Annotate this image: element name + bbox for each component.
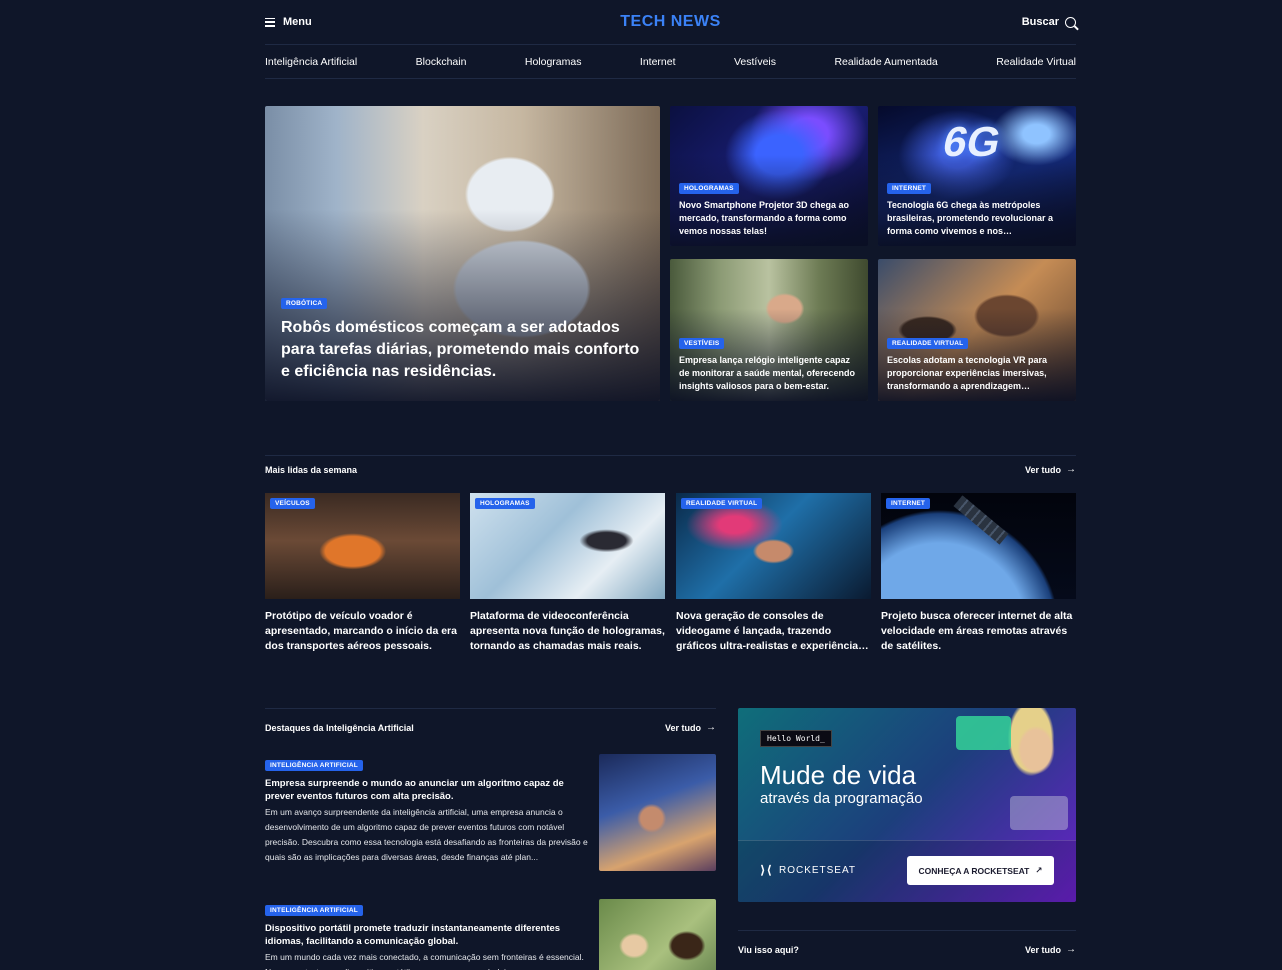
ad-brand: ⟩⟨ ROCKETSEAT — [760, 863, 856, 877]
hero-card-title: Tecnologia 6G chega às metrópoles brasil… — [887, 200, 1054, 236]
nav-item-inteligencia-artificial[interactable]: Inteligência Artificial — [265, 56, 357, 68]
menu-label: Menu — [283, 16, 312, 28]
ad-headline: Mude de vida — [760, 760, 917, 790]
article-title: Dispositivo portátil promete traduzir in… — [265, 923, 561, 947]
hamburger-icon — [265, 17, 275, 27]
nav-item-vestiveis[interactable]: Vestíveis — [734, 56, 776, 68]
arrow-right-icon: → — [1066, 944, 1076, 955]
hero-card-title: Empresa lança relógio inteligente capaz … — [679, 355, 856, 391]
hero-card-title: Escolas adotam a tecnologia VR para prop… — [887, 355, 1048, 391]
ad-decoration — [956, 716, 1011, 750]
section-title: Destaques da Inteligência Artificial — [265, 722, 414, 733]
arrow-up-right-icon: ↗ — [1035, 865, 1043, 875]
news-card-title: Projeto busca oferecer internet de alta … — [881, 610, 1073, 652]
ad-cta-button[interactable]: CONHEÇA A ROCKETSEAT ↗ — [907, 856, 1054, 885]
arrow-right-icon: → — [706, 722, 716, 733]
news-card[interactable]: INTERNET Projeto busca oferecer internet… — [881, 493, 1076, 654]
ad-subline: através da programação — [760, 790, 923, 807]
category-badge: ROBÓTICA — [281, 298, 328, 309]
see-all-link[interactable]: Ver tudo → — [665, 722, 716, 733]
article-title: Empresa surpreende o mundo ao anunciar u… — [265, 778, 564, 802]
rocketseat-ad[interactable]: Hello World_ Mude de vida através da pro… — [738, 708, 1076, 902]
category-badge: REALIDADE VIRTUAL — [887, 338, 969, 349]
viu-isso-header: Viu isso aqui? Ver tudo → — [738, 930, 1076, 968]
mais-lidas-grid: VEÍCULOS Protótipo de veículo voador é a… — [265, 493, 1076, 663]
category-badge: VEÍCULOS — [270, 498, 315, 509]
see-all-link[interactable]: Ver tudo → — [1025, 944, 1076, 955]
category-badge: INTERNET — [886, 498, 931, 509]
article-excerpt: Em um mundo cada vez mais conectado, a c… — [265, 952, 584, 970]
nav-item-realidade-aumentada[interactable]: Realidade Aumentada — [834, 56, 937, 68]
nav-item-blockchain[interactable]: Blockchain — [416, 56, 467, 68]
category-badge: HOLOGRAMAS — [475, 498, 535, 509]
category-badge: REALIDADE VIRTUAL — [681, 498, 763, 509]
section-title: Viu isso aqui? — [738, 944, 799, 955]
news-card-image: HOLOGRAMAS — [470, 493, 665, 599]
category-badge: INTELIGÊNCIA ARTIFICIAL — [265, 905, 363, 916]
news-card-image: REALIDADE VIRTUAL — [676, 493, 871, 599]
hero-main-card[interactable]: ROBÓTICA Robôs domésticos começam a ser … — [265, 106, 660, 401]
nav-item-realidade-virtual[interactable]: Realidade Virtual — [996, 56, 1076, 68]
see-all-label: Ver tudo — [1024, 944, 1061, 955]
search-label: Buscar — [1021, 16, 1059, 28]
nav-item-hologramas[interactable]: Hologramas — [525, 56, 582, 68]
hero-card[interactable]: 6G INTERNET Tecnologia 6G chega às metró… — [878, 106, 1076, 246]
hero-card[interactable]: REALIDADE VIRTUAL Escolas adotam a tecno… — [878, 259, 1076, 401]
category-badge: VESTÍVEIS — [679, 338, 725, 349]
search-icon — [1065, 16, 1076, 28]
category-badge: INTERNET — [887, 183, 932, 194]
ad-brand-label: ROCKETSEAT — [778, 864, 857, 876]
article-item[interactable]: INTELIGÊNCIA ARTIFICIAL Dispositivo port… — [265, 899, 716, 970]
ad-cta-label: CONHEÇA A ROCKETSEAT — [918, 865, 1030, 876]
satellite-graphic — [953, 495, 1009, 545]
ad-decoration — [1010, 796, 1068, 830]
hero-card[interactable]: HOLOGRAMAS Novo Smartphone Projetor 3D c… — [670, 106, 868, 246]
destaques-header: Destaques da Inteligência Artificial Ver… — [265, 708, 716, 746]
rocketseat-logo-icon: ⟩⟨ — [760, 863, 773, 877]
category-nav: Inteligência Artificial Blockchain Holog… — [265, 45, 1076, 79]
arrow-right-icon: → — [1066, 464, 1076, 475]
mais-lidas-header: Mais lidas da semana Ver tudo → — [265, 455, 1076, 483]
search-button[interactable]: Buscar — [1022, 16, 1076, 28]
news-card-image: INTERNET — [881, 493, 1076, 599]
section-title: Mais lidas da semana — [265, 464, 358, 475]
article-image — [599, 899, 716, 970]
news-card[interactable]: HOLOGRAMAS Plataforma de videoconferênci… — [470, 493, 665, 654]
article-excerpt: Em um avanço surpreendente da inteligênc… — [265, 807, 588, 862]
hero-card-title: Novo Smartphone Projetor 3D chega ao mer… — [679, 200, 850, 236]
site-header: Menu TECH NEWS Buscar — [265, 0, 1076, 45]
hero-card[interactable]: VESTÍVEIS Empresa lança relógio intelige… — [670, 259, 868, 401]
menu-button[interactable]: Menu — [265, 16, 312, 28]
see-all-label: Ver tudo — [1024, 464, 1061, 475]
news-card[interactable]: VEÍCULOS Protótipo de veículo voador é a… — [265, 493, 460, 654]
see-all-link[interactable]: Ver tudo → — [1025, 464, 1076, 475]
article-image — [599, 754, 716, 871]
news-card-image: VEÍCULOS — [265, 493, 460, 599]
category-badge: HOLOGRAMAS — [679, 183, 739, 194]
ad-hello-tag: Hello World_ — [760, 730, 832, 747]
hero-main-title: Robôs domésticos começam a ser adotados … — [281, 319, 640, 380]
nav-item-internet[interactable]: Internet — [640, 56, 676, 68]
article-item[interactable]: INTELIGÊNCIA ARTIFICIAL Empresa surpreen… — [265, 754, 716, 884]
see-all-label: Ver tudo — [664, 722, 701, 733]
news-card-title: Nova geração de consoles de videogame é … — [676, 610, 864, 652]
news-card[interactable]: REALIDADE VIRTUAL Nova geração de consol… — [676, 493, 871, 654]
news-card-title: Plataforma de videoconferência apresenta… — [470, 610, 665, 652]
hero-section: ROBÓTICA Robôs domésticos começam a ser … — [265, 106, 1076, 401]
news-card-title: Protótipo de veículo voador é apresentad… — [265, 610, 457, 652]
category-badge: INTELIGÊNCIA ARTIFICIAL — [265, 760, 363, 771]
site-logo[interactable]: TECH NEWS — [620, 13, 721, 31]
